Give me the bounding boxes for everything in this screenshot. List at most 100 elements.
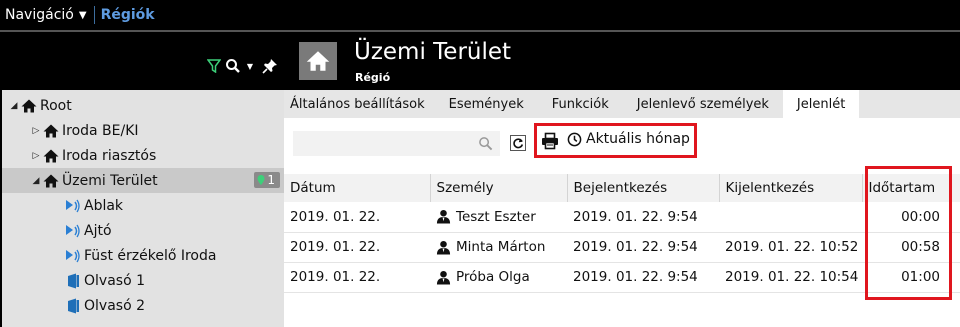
tab-jelenlevo-szemelyek[interactable]: Jelenlevő személyek — [623, 90, 783, 118]
tree-node-ablak[interactable]: Ablak — [64, 193, 123, 218]
house-icon — [20, 98, 38, 114]
search-input[interactable] — [293, 131, 500, 156]
navigation-panel: ▼ ◢ Root ▷ Iroda BE/KI ▷ Iroda riasztós … — [0, 32, 284, 327]
table-row[interactable]: 2019. 01. 22. Teszt Eszter 2019. 01. 22.… — [284, 202, 960, 233]
tree-node-label: Ablak — [84, 197, 124, 214]
reader-icon — [64, 298, 82, 314]
tab-bar: Általános beállítások Események Funkciók… — [284, 90, 960, 118]
expanded-arrow-icon[interactable]: ◢ — [8, 101, 20, 111]
house-icon — [42, 123, 60, 139]
tree-node-fust-erzekelo[interactable]: Füst érzékelő Iroda — [64, 243, 216, 268]
refresh-button[interactable] — [510, 135, 526, 151]
region-tree: ◢ Root ▷ Iroda BE/KI ▷ Iroda riasztós ◢ … — [2, 90, 284, 327]
filter-icon[interactable] — [206, 58, 222, 74]
tree-node-olvaso-2[interactable]: Olvasó 2 — [64, 293, 145, 318]
column-header-login[interactable]: Bejelentkezés — [566, 174, 719, 202]
current-month-button[interactable]: Aktuális hónap — [567, 131, 690, 147]
chevron-down-icon[interactable]: ▼ — [245, 58, 255, 74]
tree-node-label: Root — [40, 97, 72, 114]
table-row[interactable]: 2019. 01. 22. Próba Olga 2019. 01. 22. 9… — [284, 262, 960, 293]
house-icon — [42, 148, 60, 164]
person-icon — [436, 209, 451, 224]
tree-node-iroda-be-ki[interactable]: ▷ Iroda BE/KI — [30, 118, 139, 143]
tree-node-label: Füst érzékelő Iroda — [84, 247, 217, 264]
date-cell: 2019. 01. 22. — [284, 262, 430, 293]
page-title: Üzemi Terület — [354, 39, 512, 65]
tab-label: Jelenlét — [796, 96, 846, 112]
tab-altalanos-beallitasok[interactable]: Általános beállítások — [284, 90, 435, 118]
tab-esemenyek[interactable]: Események — [435, 90, 538, 118]
column-header-person[interactable]: Személy — [429, 174, 567, 202]
navigation-menu-button[interactable]: Navigáció ▼ — [0, 7, 87, 23]
person-cell: Próba Olga — [430, 262, 567, 293]
search-icon[interactable] — [224, 58, 242, 74]
collapsed-arrow-icon[interactable]: ▷ — [30, 151, 42, 161]
tree-node-iroda-riasztos[interactable]: ▷ Iroda riasztós — [30, 143, 157, 168]
sensor-icon — [64, 248, 82, 264]
detail-panel: Üzemi Terület Régió Általános beállításo… — [284, 32, 960, 327]
tab-funkciok[interactable]: Funkciók — [538, 90, 623, 118]
search-icon — [479, 137, 493, 151]
logout-cell: 2019. 01. 22. 10:54 — [719, 262, 862, 293]
badge-count: 1 — [267, 173, 275, 187]
tree-toolbar: ▼ — [0, 32, 284, 91]
tab-label: Események — [448, 96, 524, 112]
tree-node-uzemi-terulet[interactable]: ◢ Üzemi Terület 1 — [2, 168, 284, 193]
page-subtitle: Régió — [355, 71, 391, 84]
breadcrumb[interactable]: Régiók — [101, 7, 155, 23]
table-header-row: Dátum Személy Bejelentkezés Kijelentkezé… — [284, 174, 960, 202]
top-bar: Navigáció ▼ Régiók — [0, 0, 960, 30]
date-cell: 2019. 01. 22. — [284, 202, 430, 233]
collapsed-arrow-icon[interactable]: ▷ — [30, 126, 42, 136]
divider — [93, 6, 95, 24]
house-icon — [299, 42, 337, 80]
tree-node-label: Iroda BE/KI — [62, 122, 139, 139]
house-icon — [42, 173, 60, 189]
tree-node-label: Üzemi Terület — [62, 172, 158, 189]
person-icon — [436, 270, 451, 285]
person-name: Teszt Eszter — [456, 208, 536, 225]
tab-label: Funkciók — [551, 96, 609, 112]
chevron-down-icon: ▼ — [78, 9, 87, 21]
highlight-box — [865, 166, 952, 300]
count-badge: 1 — [254, 172, 280, 188]
refresh-icon — [513, 138, 524, 149]
printer-icon — [542, 132, 558, 150]
navigation-label: Navigáció — [5, 7, 74, 23]
login-cell: 2019. 01. 22. 9:54 — [567, 202, 719, 233]
tree-node-label: Ajtó — [84, 222, 112, 239]
person-cell: Teszt Eszter — [430, 202, 567, 233]
logout-cell: 2019. 01. 22. 10:52 — [719, 232, 862, 263]
column-header-logout[interactable]: Kijelentkezés — [718, 174, 862, 202]
date-cell: 2019. 01. 22. — [284, 232, 430, 263]
tree-node-label: Olvasó 1 — [84, 272, 145, 289]
table-row[interactable]: 2019. 01. 22. Minta Márton 2019. 01. 22.… — [284, 232, 960, 263]
sensor-icon — [64, 223, 82, 239]
print-button[interactable] — [541, 132, 559, 154]
expanded-arrow-icon[interactable]: ◢ — [30, 176, 42, 186]
current-month-label: Aktuális hónap — [586, 131, 690, 147]
tree-node-olvaso-1[interactable]: Olvasó 1 — [64, 268, 145, 293]
tree-node-ajto[interactable]: Ajtó — [64, 218, 112, 243]
tab-label: Jelenlevő személyek — [636, 96, 769, 112]
tree-node-label: Olvasó 2 — [84, 297, 145, 314]
tab-label: Általános beállítások — [290, 96, 425, 112]
sensor-icon — [64, 198, 82, 214]
person-name: Próba Olga — [456, 269, 530, 285]
person-name: Minta Márton — [456, 239, 546, 255]
login-cell: 2019. 01. 22. 9:54 — [567, 262, 719, 293]
tab-jelenlet[interactable]: Jelenlét — [782, 90, 860, 118]
column-header-date[interactable]: Dátum — [284, 174, 430, 202]
region-header: Üzemi Terület Régió — [284, 32, 960, 90]
login-cell: 2019. 01. 22. 9:54 — [567, 232, 719, 263]
pin-icon — [257, 175, 265, 185]
person-cell: Minta Márton — [430, 232, 567, 263]
tree-node-root[interactable]: ◢ Root — [8, 93, 72, 118]
logout-cell — [719, 202, 862, 233]
reader-icon — [64, 273, 82, 289]
pin-icon[interactable] — [261, 58, 278, 74]
clock-icon — [567, 132, 582, 146]
attendance-table: Dátum Személy Bejelentkezés Kijelentkezé… — [284, 174, 960, 293]
person-icon — [436, 240, 451, 255]
tree-node-label: Iroda riasztós — [62, 147, 157, 164]
